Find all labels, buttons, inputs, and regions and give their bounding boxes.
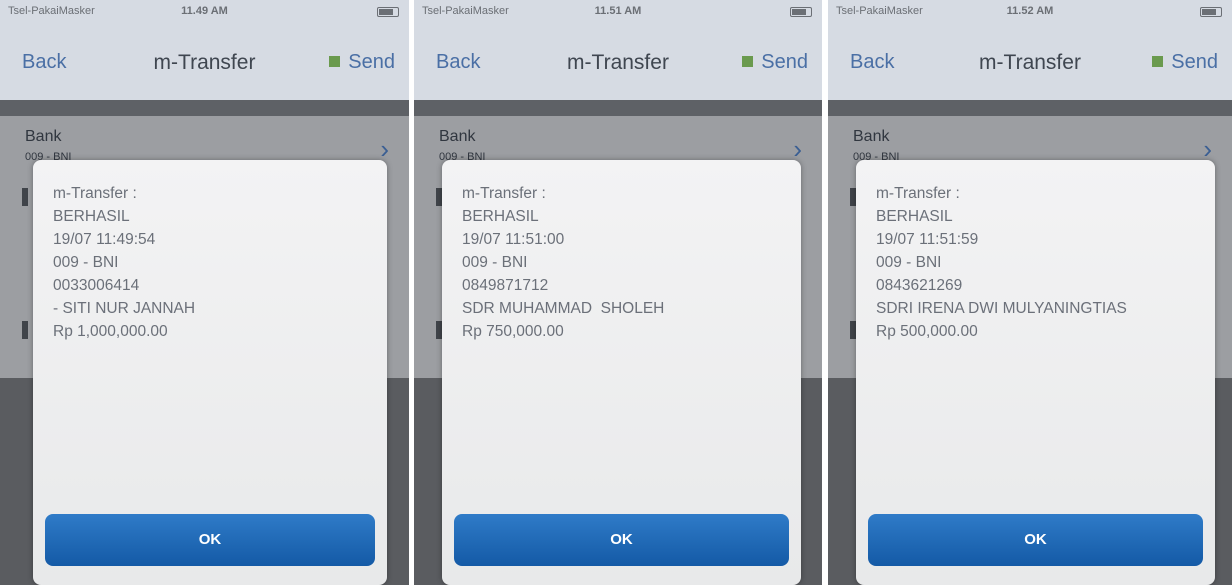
status-bar: Tsel-PakaiMasker 11.52 AM (828, 0, 1232, 22)
alert-dialog: m-Transfer : BERHASIL 19/07 11:49:54 009… (33, 160, 387, 585)
status-time: 11.51 AM (594, 5, 642, 17)
send-button[interactable]: Send (742, 51, 808, 74)
bank-label: Bank (439, 128, 476, 145)
battery-icon (377, 7, 399, 17)
alert-message: m-Transfer : BERHASIL 19/07 11:49:54 009… (53, 182, 195, 343)
alert-line: 19/07 11:51:59 (876, 231, 979, 248)
ok-button[interactable]: OK (454, 514, 789, 566)
alert-dialog: m-Transfer : BERHASIL 19/07 11:51:00 009… (442, 160, 801, 585)
ok-button[interactable]: OK (868, 514, 1203, 566)
alert-line: BERHASIL (53, 208, 130, 225)
chevron-right-icon[interactable]: › (1203, 136, 1212, 162)
send-button[interactable]: Send (1152, 51, 1218, 74)
send-label: Send (1171, 51, 1218, 73)
battery-icon (790, 7, 812, 17)
send-icon (742, 56, 754, 67)
form-row-edge (22, 321, 28, 339)
send-label: Send (348, 51, 395, 73)
send-icon (1152, 56, 1164, 67)
alert-line: 0033006414 (53, 277, 140, 294)
nav-bar: Back m-Transfer Send (414, 22, 822, 100)
chevron-right-icon[interactable]: › (380, 136, 389, 162)
status-time: 11.52 AM (1006, 5, 1054, 17)
alert-line: m-Transfer : (53, 185, 137, 202)
alert-line: 19/07 11:51:00 (462, 231, 565, 248)
alert-message: m-Transfer : BERHASIL 19/07 11:51:59 009… (876, 182, 1127, 343)
alert-line: Rp 500,000.00 (876, 323, 978, 340)
alert-line: SDRI IRENA DWI MULYANINGTIAS (876, 300, 1127, 317)
battery-icon (1200, 7, 1222, 17)
alert-line: m-Transfer : (876, 185, 960, 202)
status-time: 11.49 AM (181, 5, 228, 17)
alert-line: SDR MUHAMMAD SHOLEH (462, 300, 665, 317)
alert-dialog: m-Transfer : BERHASIL 19/07 11:51:59 009… (856, 160, 1215, 585)
status-bar: Tsel-PakaiMasker 11.49 AM (0, 0, 409, 22)
alert-message: m-Transfer : BERHASIL 19/07 11:51:00 009… (462, 182, 664, 343)
alert-line: Rp 750,000.00 (462, 323, 564, 340)
alert-line: BERHASIL (876, 208, 953, 225)
alert-line: 009 - BNI (876, 254, 942, 271)
section-divider (0, 100, 409, 116)
alert-line: - SITI NUR JANNAH (53, 300, 196, 317)
ok-button[interactable]: OK (45, 514, 375, 566)
bank-label: Bank (853, 128, 890, 145)
alert-line: 0849871712 (462, 277, 549, 294)
alert-line: Rp 1,000,000.00 (53, 323, 168, 340)
alert-line: 0843621269 (876, 277, 963, 294)
phone-screen-3: Tsel-PakaiMasker 11.52 AM Back m-Transfe… (828, 0, 1232, 585)
form-row-edge (22, 188, 28, 206)
bank-label: Bank (25, 128, 62, 145)
send-button[interactable]: Send (329, 51, 395, 74)
status-bar: Tsel-PakaiMasker 11.51 AM (414, 0, 822, 22)
send-label: Send (761, 51, 808, 73)
alert-line: 009 - BNI (53, 254, 119, 271)
section-divider (414, 100, 822, 116)
phone-screen-2: Tsel-PakaiMasker 11.51 AM Back m-Transfe… (414, 0, 822, 585)
alert-line: 19/07 11:49:54 (53, 231, 156, 248)
section-divider (828, 100, 1232, 116)
alert-line: m-Transfer : (462, 185, 546, 202)
send-icon (329, 56, 341, 67)
nav-bar: Back m-Transfer Send (828, 22, 1232, 100)
alert-line: BERHASIL (462, 208, 539, 225)
phone-screen-1: Tsel-PakaiMasker 11.49 AM Back m-Transfe… (0, 0, 409, 585)
chevron-right-icon[interactable]: › (793, 136, 802, 162)
alert-line: 009 - BNI (462, 254, 528, 271)
nav-bar: Back m-Transfer Send (0, 22, 409, 100)
